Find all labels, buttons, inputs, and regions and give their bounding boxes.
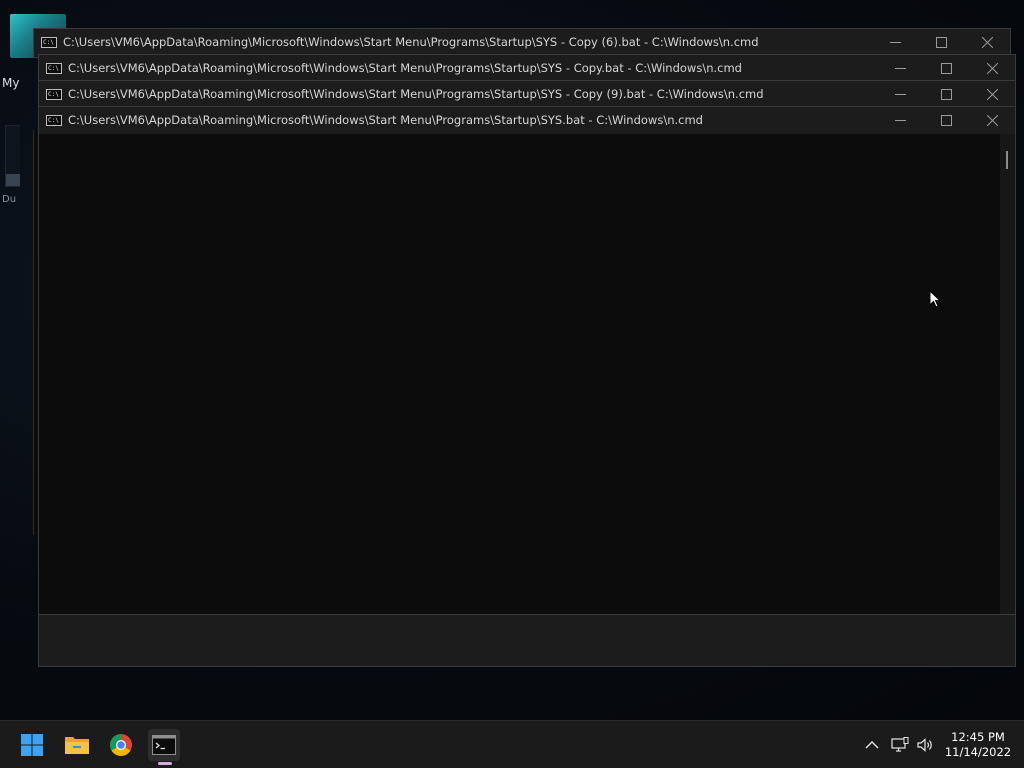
console-output[interactable] <box>39 134 1001 614</box>
desktop-icon-label-partial: Du <box>2 194 17 205</box>
show-hidden-icons-button[interactable] <box>862 735 882 755</box>
console-divider <box>39 614 1016 615</box>
maximize-icon <box>940 62 952 74</box>
file-explorer-button[interactable] <box>61 729 93 761</box>
maximize-icon <box>940 88 952 100</box>
command-prompt-button[interactable] <box>148 729 180 761</box>
close-button[interactable] <box>969 107 1015 133</box>
volume-icon <box>917 738 932 752</box>
title-bar[interactable]: C:\ C:\Users\VM6\AppData\Roaming\Microso… <box>39 81 1015 107</box>
close-icon <box>986 62 998 74</box>
window-title: C:\Users\VM6\AppData\Roaming\Microsoft\W… <box>68 113 703 127</box>
clock[interactable]: 12:45 PM 11/14/2022 <box>940 730 1016 760</box>
maximize-button[interactable] <box>923 55 969 81</box>
desktop-icon-label[interactable]: My <box>2 76 19 90</box>
maximize-icon <box>940 114 952 126</box>
cmd-icon: C:\ <box>46 114 62 126</box>
taskbar: 12:45 PM 11/14/2022 <box>0 720 1024 768</box>
minimize-icon <box>894 67 906 69</box>
volume-button[interactable] <box>915 735 935 755</box>
vertical-scrollbar[interactable] <box>1000 134 1015 614</box>
command-prompt-icon <box>152 735 176 755</box>
cmd-icon: C:\ <box>41 36 57 48</box>
close-icon <box>986 114 998 126</box>
minimize-button[interactable] <box>877 55 923 81</box>
maximize-icon <box>935 36 947 48</box>
close-button[interactable] <box>969 55 1015 81</box>
title-bar[interactable]: C:\ C:\Users\VM6\AppData\Roaming\Microso… <box>39 55 1015 81</box>
minimize-button[interactable] <box>877 107 923 133</box>
network-icon <box>891 737 909 752</box>
chevron-up-icon <box>865 741 879 749</box>
window-title: C:\Users\VM6\AppData\Roaming\Microsoft\W… <box>68 87 764 101</box>
close-icon <box>986 88 998 100</box>
window-title: C:\Users\VM6\AppData\Roaming\Microsoft\W… <box>63 35 759 49</box>
network-button[interactable] <box>890 735 910 755</box>
maximize-button[interactable] <box>923 81 969 107</box>
mouse-cursor-icon <box>929 290 941 308</box>
start-button[interactable] <box>16 729 48 761</box>
minimize-icon <box>894 93 906 95</box>
clock-date: 11/14/2022 <box>944 745 1012 759</box>
minimize-button[interactable] <box>872 29 918 55</box>
close-button[interactable] <box>964 29 1010 55</box>
background-window-edge <box>5 125 20 187</box>
cmd-icon: C:\ <box>46 62 62 74</box>
window-title: C:\Users\VM6\AppData\Roaming\Microsoft\W… <box>68 61 742 75</box>
maximize-button[interactable] <box>923 107 969 133</box>
close-button[interactable] <box>969 81 1015 107</box>
minimize-icon <box>894 119 906 121</box>
minimize-button[interactable] <box>877 81 923 107</box>
cmd-window-sys[interactable]: C:\ C:\Users\VM6\AppData\Roaming\Microso… <box>38 106 1016 667</box>
chrome-icon <box>110 734 132 756</box>
file-explorer-icon <box>65 737 89 754</box>
active-app-indicator <box>158 762 172 765</box>
minimize-icon <box>889 41 901 43</box>
close-icon <box>981 36 993 48</box>
title-bar[interactable]: C:\ C:\Users\VM6\AppData\Roaming\Microso… <box>39 107 1015 133</box>
title-bar[interactable]: C:\ C:\Users\VM6\AppData\Roaming\Microso… <box>34 29 1010 55</box>
start-icon <box>21 734 43 756</box>
clock-time: 12:45 PM <box>951 730 1005 744</box>
cmd-icon: C:\ <box>46 88 62 100</box>
maximize-button[interactable] <box>918 29 964 55</box>
chrome-button[interactable] <box>105 729 137 761</box>
scrollbar-thumb[interactable] <box>1006 151 1008 169</box>
